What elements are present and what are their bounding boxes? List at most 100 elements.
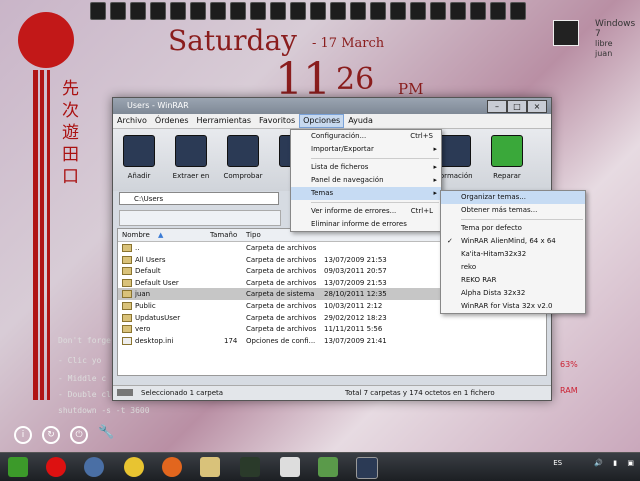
menu-favoritos[interactable]: Favoritos [255,114,299,128]
notepad-icon[interactable] [280,457,300,477]
dock-app-icon[interactable] [90,2,106,20]
menu-herramientas[interactable]: Herramientas [193,114,256,128]
table-row[interactable]: desktop.ini 174 Opciones de confi... 13/07/… [118,335,546,347]
dock-app-icon[interactable] [270,2,286,20]
test-button[interactable]: Comprobar [217,129,269,191]
dock-app-icon[interactable] [170,2,186,20]
folder-icon [122,301,132,310]
wrench-icon[interactable]: 🔧 [98,426,114,440]
menu-archivo[interactable]: Archivo [113,114,151,128]
explorer-icon[interactable] [200,457,220,477]
menu-item-label: reko [461,263,477,271]
user-avatar[interactable] [553,20,579,46]
theme-item-checked[interactable]: ✓ WinRAR AlienMind, 64 x 64 [441,235,585,248]
dock-app-icon[interactable] [470,2,486,20]
dock-app-icon[interactable] [130,2,146,20]
clock-tray-icon[interactable]: ▣ [627,459,634,467]
row-type: Carpeta de archivos [246,313,317,322]
menu-ayuda[interactable]: Ayuda [344,114,377,128]
repair-label: Reparar [493,172,521,180]
dock-app-icon[interactable] [410,2,426,20]
language-indicator[interactable]: ES [553,459,562,467]
dock-app-icon[interactable] [510,2,526,20]
dock-app-icon[interactable] [490,2,506,20]
theme-item[interactable]: Tema por defecto [441,222,585,235]
row-name: UpdatusUser [135,313,181,322]
chrome-icon[interactable] [124,457,144,477]
row-date: 13/07/2009 21:53 [324,278,387,287]
dock-app-icon[interactable] [310,2,326,20]
network-tray-icon[interactable]: ▮ [613,459,617,467]
dock-app-icon[interactable] [350,2,366,20]
extract-icon [175,135,207,167]
menu-item-importar[interactable]: Importar/Exportar ▸ [291,143,441,156]
navigation-bar[interactable] [119,210,281,226]
menu-item-configuracion[interactable]: Configuración... Ctrl+S [291,130,441,143]
firefox-icon[interactable] [162,457,182,477]
clock-minute: 26 [336,62,375,97]
dock-app-icon[interactable] [210,2,226,20]
row-date: 09/03/2011 20:57 [324,267,387,276]
theme-item[interactable]: REKO RAR [441,274,585,287]
address-bar[interactable]: C:\Users [119,192,279,205]
theme-item[interactable]: WinRAR for Vista 32x v2.0 [441,300,585,313]
menu-item-label: WinRAR AlienMind, 64 x 64 [461,237,556,245]
volume-icon[interactable]: 🔊 [594,459,603,467]
dock-app-icon[interactable] [230,2,246,20]
repair-button[interactable]: Reparar [481,129,533,191]
row-name: Default User [135,278,179,287]
dock-app-icon[interactable] [370,2,386,20]
menu-item-temas[interactable]: Temas ▸ [291,187,441,200]
messenger-icon[interactable] [318,457,338,477]
theme-item[interactable]: Ka'ita-Hitam32x32 [441,248,585,261]
dock-app-icon[interactable] [250,2,266,20]
column-name[interactable]: Nombre [122,231,150,239]
theme-item[interactable]: reko [441,261,585,274]
add-button[interactable]: Añadir [113,129,165,191]
extract-button[interactable]: Extraer en [165,129,217,191]
theme-item[interactable]: Alpha Dista 32x32 [441,287,585,300]
menu-item-lista[interactable]: Lista de ficheros ▸ [291,161,441,174]
dock-app-icon[interactable] [330,2,346,20]
dock-app-icon[interactable] [450,2,466,20]
menu-item-obtener[interactable]: Obtener más temas... [441,204,585,217]
window-title: Users - WinRAR [127,101,189,110]
dock-app-icon[interactable] [430,2,446,20]
opera-icon[interactable] [46,457,66,477]
minimize-button[interactable]: – [487,100,507,113]
maximize-button[interactable]: □ [507,100,527,113]
taskbar: ES 🔊 ▮ ▣ [0,452,640,481]
clock-day: Saturday [168,24,297,57]
menu-item-label: Alpha Dista 32x32 [461,289,526,297]
column-type[interactable]: Tipo [246,231,261,239]
menu-opciones[interactable]: Opciones [299,114,345,128]
restart-icon[interactable]: ↻ [42,426,60,444]
test-icon [227,135,259,167]
menu-ordenes[interactable]: Órdenes [151,114,193,128]
kanji-char: 次 [62,101,79,121]
terminal-icon[interactable] [240,457,260,477]
user-name: juan [595,49,613,58]
table-row[interactable]: vero Carpeta de archivos 11/11/2011 5:56 [118,323,546,335]
start-button[interactable] [8,457,28,477]
network-icon[interactable] [84,457,104,477]
menu-item-organizar[interactable]: Organizar temas... [441,191,585,204]
menu-item-label: Panel de navegación [311,176,384,184]
menu-item-panel[interactable]: Panel de navegación ▸ [291,174,441,187]
close-button[interactable]: × [527,100,547,113]
dock-app-icon[interactable] [190,2,206,20]
row-date: 13/07/2009 21:41 [324,336,387,345]
winrar-task-icon[interactable] [356,457,378,479]
menu-item-eliminar-informe[interactable]: Eliminar informe de errores [291,218,441,231]
dock-app-icon[interactable] [390,2,406,20]
dock-app-icon[interactable] [290,2,306,20]
checkmark-icon: ✓ [447,237,453,245]
power-icon[interactable]: ⏻ [70,426,88,444]
menu-item-ver-informe[interactable]: Ver informe de errores... Ctrl+L [291,205,441,218]
dock-app-icon[interactable] [150,2,166,20]
title-bar[interactable]: Users - WinRAR – □ × [113,98,551,114]
status-right: Total 7 carpetas y 174 octetos en 1 fich… [345,389,495,397]
dock-app-icon[interactable] [110,2,126,20]
info-icon[interactable]: i [14,426,32,444]
column-size[interactable]: Tamaño [210,231,237,239]
